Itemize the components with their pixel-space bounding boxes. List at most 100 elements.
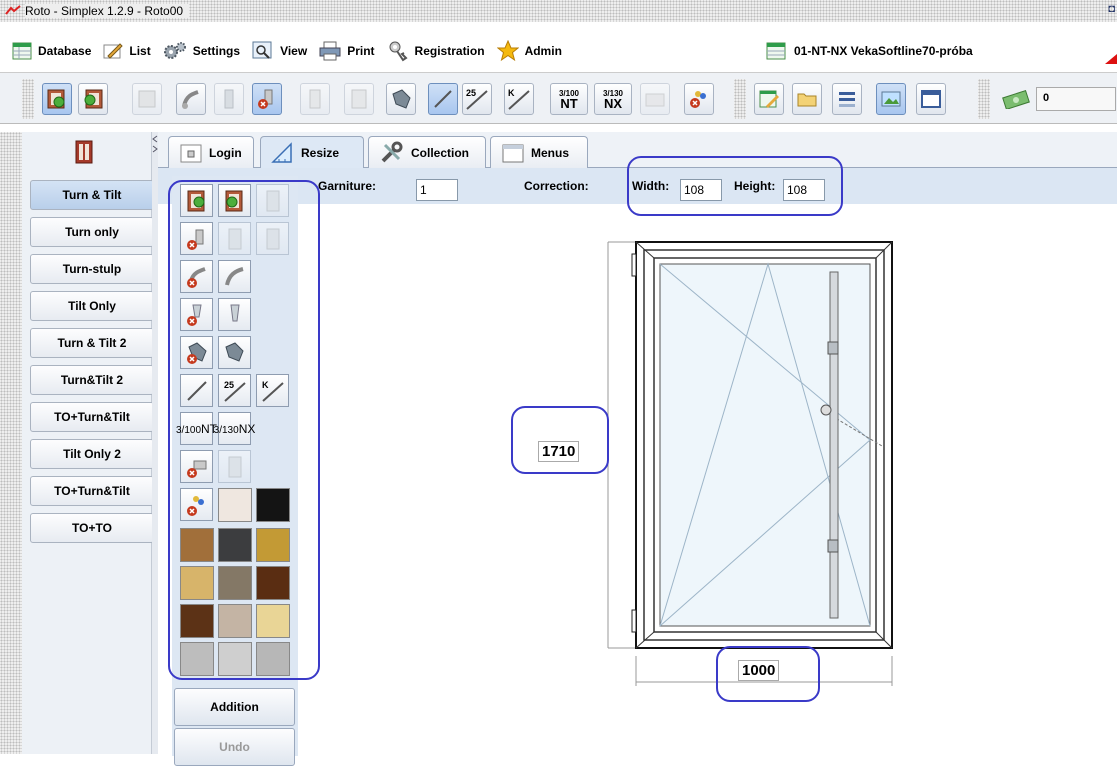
tab-menus[interactable]: Menus <box>490 136 588 168</box>
menu-registration-label: Registration <box>414 44 485 58</box>
lock-button[interactable] <box>640 83 670 115</box>
tab-login-label: Login <box>209 145 242 160</box>
login-icon <box>180 144 202 162</box>
toolbar-grip[interactable] <box>22 79 34 119</box>
undo-button[interactable]: Undo <box>174 728 295 766</box>
type-button-7[interactable]: Tilt Only 2 <box>30 439 154 469</box>
view-magnifier-icon <box>252 41 272 59</box>
rod-25-icon: 25 <box>466 88 488 110</box>
gears-icon <box>163 42 186 59</box>
menu-list[interactable]: List <box>103 36 151 66</box>
tab-resize[interactable]: Resize <box>260 136 364 169</box>
rod-button[interactable] <box>428 83 458 115</box>
align-icon <box>839 92 855 107</box>
roto-logo-icon <box>5 5 21 15</box>
admin-star-icon <box>496 40 519 62</box>
window-turn-left-icon <box>47 89 65 109</box>
edit-table-icon <box>759 90 779 108</box>
garniture-input[interactable]: 1 <box>416 179 458 201</box>
stulp-2-icon <box>351 89 367 109</box>
type-button-1[interactable]: Turn only <box>30 217 154 247</box>
restore-window-icon[interactable]: ◘ <box>1108 3 1115 15</box>
keeper-button[interactable] <box>386 83 416 115</box>
menus-window-icon <box>502 144 524 162</box>
color-remove-icon <box>690 91 706 108</box>
rod-icon <box>434 90 452 108</box>
picture-button[interactable] <box>876 83 906 115</box>
lock-gray-icon <box>645 93 665 107</box>
correction-label: Correction: <box>524 179 589 193</box>
handle-button[interactable] <box>176 83 206 115</box>
handle-icon <box>182 90 199 109</box>
remove-color-button[interactable] <box>684 83 714 115</box>
toolbar-grip-3[interactable] <box>978 79 990 119</box>
menu-settings[interactable]: Settings <box>163 36 240 66</box>
addition-button[interactable]: Addition <box>174 688 295 726</box>
tab-resize-label: Resize <box>301 146 340 160</box>
menu-registration[interactable]: Registration <box>387 36 485 66</box>
rod-25-button[interactable]: 25 <box>462 83 492 115</box>
picture-icon <box>881 91 901 107</box>
hinge-icon <box>224 89 234 109</box>
remove-hinge-button[interactable] <box>252 83 282 115</box>
rod-k-text: K <box>508 88 515 98</box>
title-bar: Roto - Simplex 1.2.9 - Roto00 ◘ <box>0 0 1117 22</box>
window-drawing <box>607 241 893 686</box>
stulp-2-button[interactable] <box>344 83 374 115</box>
window-turn-right-icon <box>84 89 103 109</box>
menu-print[interactable]: Print <box>319 36 375 66</box>
edit-table-button[interactable] <box>754 83 784 115</box>
nx-label: 3/130 NX <box>602 88 624 111</box>
turn-window-button[interactable] <box>78 83 108 115</box>
keeper-top <box>827 341 839 355</box>
hinge-top <box>631 253 637 277</box>
keeper-bottom <box>827 539 839 553</box>
project-title-text: 01-NT-NX VekaSoftline70-próba <box>794 44 973 58</box>
open-folder-button[interactable] <box>792 83 822 115</box>
type-button-2[interactable]: Turn-stulp <box>30 254 154 284</box>
tab-collection[interactable]: Collection <box>368 136 486 168</box>
hinge-button[interactable] <box>214 83 244 115</box>
tools-icon <box>381 141 403 162</box>
menu-admin-label: Admin <box>524 44 562 58</box>
type-button-0[interactable]: Turn & Tilt <box>30 180 154 210</box>
rod-25-text: 25 <box>466 88 476 98</box>
left-dock-grip <box>0 132 22 754</box>
window-gray-icon <box>138 90 156 108</box>
window-frame-button[interactable] <box>916 83 946 115</box>
menu-database[interactable]: Database <box>12 36 91 66</box>
hinge-remove-icon <box>258 89 273 109</box>
printer-icon <box>319 41 341 61</box>
menu-admin[interactable]: Admin <box>496 36 562 66</box>
database-icon <box>12 42 32 60</box>
list-pencil-icon <box>103 43 124 59</box>
hinge-bottom <box>631 609 637 633</box>
toolbar-grip-2[interactable] <box>734 79 746 119</box>
window-frame-icon <box>921 90 941 108</box>
stulp-icon <box>309 89 321 109</box>
project-table-icon <box>766 42 786 60</box>
tab-collection-label: Collection <box>411 145 470 160</box>
highlight-width-dimension <box>716 646 820 702</box>
type-button-6[interactable]: TO+Turn&Tilt <box>30 402 154 432</box>
highlight-height-dimension <box>511 406 609 474</box>
counter-field[interactable]: 0 <box>1036 87 1116 111</box>
type-button-5[interactable]: Turn&Tilt 2 <box>30 365 154 395</box>
type-button-8[interactable]: TO+Turn&Tilt <box>30 476 154 506</box>
tab-login[interactable]: Login <box>168 136 254 168</box>
stulp-button[interactable] <box>300 83 330 115</box>
type-button-9[interactable]: TO+TO <box>30 513 154 543</box>
disabled-window-button[interactable] <box>132 83 162 115</box>
nx-button[interactable]: 3/130 NX <box>594 83 632 115</box>
rod-k-button[interactable]: K <box>504 83 534 115</box>
project-title: 01-NT-NX VekaSoftline70-próba <box>766 36 973 66</box>
type-button-3[interactable]: Tilt Only <box>30 291 154 321</box>
turn-tilt-window-button[interactable] <box>42 83 72 115</box>
type-button-4[interactable]: Turn & Tilt 2 <box>30 328 154 358</box>
nt-button[interactable]: 3/100 NT <box>550 83 588 115</box>
window-title: Roto - Simplex 1.2.9 - Roto00 <box>25 4 190 18</box>
align-button[interactable] <box>832 83 862 115</box>
money-icon <box>1002 89 1030 109</box>
panel-splitter[interactable] <box>152 132 158 754</box>
menu-view[interactable]: View <box>252 36 307 66</box>
